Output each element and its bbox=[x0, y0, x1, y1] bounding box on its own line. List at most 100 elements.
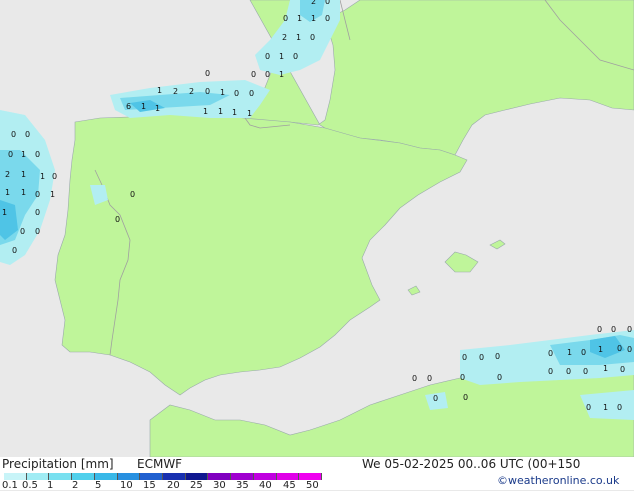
legend-swatch bbox=[163, 473, 186, 480]
precip-value-label: 0 bbox=[479, 353, 484, 362]
precip-value-label: 0 bbox=[25, 130, 30, 139]
precip-value-label: 1 bbox=[296, 33, 301, 42]
precip-value-label: 0 bbox=[249, 89, 254, 98]
footer-datetime: We 05-02-2025 00..06 UTC (00+150 bbox=[362, 457, 581, 471]
legend-tick-label: 25 bbox=[190, 480, 203, 491]
precip-value-label: 0 bbox=[12, 246, 17, 255]
legend-swatch bbox=[94, 473, 118, 480]
precip-value-label: 2 bbox=[311, 0, 316, 6]
legend-swatch bbox=[140, 473, 163, 480]
precip-value-label: 0 bbox=[412, 374, 417, 383]
legend-swatch bbox=[299, 473, 322, 480]
precip-value-label: 0 bbox=[265, 52, 270, 61]
legend-swatch bbox=[253, 473, 277, 480]
footer: Precipitation [mm] ECMWF We 05-02-2025 0… bbox=[0, 457, 634, 491]
precip-value-label: 0 bbox=[205, 69, 210, 78]
precip-value-label: 2 bbox=[189, 87, 194, 96]
legend-tick-label: 30 bbox=[213, 480, 226, 491]
precip-value-label: 0 bbox=[205, 87, 210, 96]
precip-value-label: 2 bbox=[282, 33, 287, 42]
precip-value-label: 1 bbox=[279, 70, 284, 79]
precip-value-label: 0 bbox=[460, 373, 465, 382]
precip-value-label: 0 bbox=[52, 172, 57, 181]
precip-value-label: 1 bbox=[141, 102, 146, 111]
precip-value-label: 0 bbox=[427, 374, 432, 383]
precip-value-label: 1 bbox=[567, 348, 572, 357]
precip-value-label: 1 bbox=[279, 52, 284, 61]
precip-value-label: 1 bbox=[50, 190, 55, 199]
legend-tick-label: 5 bbox=[95, 480, 102, 491]
precip-value-label: 0 bbox=[283, 14, 288, 23]
precip-value-label: 0 bbox=[35, 150, 40, 159]
legend-swatch bbox=[49, 473, 73, 480]
precip-value-label: 0 bbox=[611, 325, 616, 334]
precip-value-label: 6 bbox=[126, 102, 131, 111]
precip-value-label: 2 bbox=[173, 87, 178, 96]
precip-value-label: 0 bbox=[265, 70, 270, 79]
precip-value-label: 0 bbox=[433, 394, 438, 403]
legend-swatch bbox=[26, 473, 50, 480]
footer-model: ECMWF bbox=[137, 457, 183, 471]
precip-value-label: 0 bbox=[548, 367, 553, 376]
precip-value-label: 0 bbox=[581, 348, 586, 357]
precip-value-label: 1 bbox=[157, 86, 162, 95]
precipitation-map: 2 00 1 1 02 1 00 1 00 0 101 2 2 0 1 0 016 1 1 1 1 10 00 1 012 1 01… bbox=[0, 0, 634, 457]
precip-value-label: 0 bbox=[586, 403, 591, 412]
legend-tick-label: 40 bbox=[259, 480, 272, 491]
precipitation-legend-bar bbox=[4, 473, 322, 480]
precip-value-label: 0 bbox=[566, 367, 571, 376]
legend-tick-label: 20 bbox=[167, 480, 180, 491]
precip-value-label: 0 bbox=[463, 393, 468, 402]
precip-value-label: 0 bbox=[462, 353, 467, 362]
legend-swatch bbox=[4, 473, 27, 480]
precip-value-label: 0 bbox=[8, 150, 13, 159]
precip-value-label: 0 bbox=[130, 190, 135, 199]
precip-value-label: 0 bbox=[617, 344, 622, 353]
legend-tick-label: 35 bbox=[236, 480, 249, 491]
precip-value-label: 1 bbox=[598, 345, 603, 354]
precip-value-label: 0 bbox=[597, 325, 602, 334]
precip-value-label: 1 bbox=[21, 188, 26, 197]
precip-value-label: 1 bbox=[311, 14, 316, 23]
precip-value-label: 1 bbox=[5, 188, 10, 197]
legend-tick-label: 0.5 bbox=[22, 480, 38, 491]
precip-value-label: 1 bbox=[603, 364, 608, 373]
legend-tick-label: 0.1 bbox=[2, 480, 18, 491]
precip-value-label: 2 bbox=[5, 170, 10, 179]
precip-value-label: 0 bbox=[35, 208, 40, 217]
precip-value-label: 0 bbox=[620, 365, 625, 374]
precip-value-label: 0 bbox=[35, 190, 40, 199]
precip-value-label: 1 bbox=[603, 403, 608, 412]
precip-value-label: 1 bbox=[232, 108, 237, 117]
precip-value-label: 1 bbox=[247, 109, 252, 118]
precip-value-label: 0 bbox=[325, 0, 330, 6]
precip-value-label: 0 bbox=[627, 325, 632, 334]
legend-tick-label: 1 bbox=[47, 480, 54, 491]
precip-value-label: 0 bbox=[115, 215, 120, 224]
precip-value-label: 1 bbox=[203, 107, 208, 116]
precip-value-label: 1 bbox=[297, 14, 302, 23]
precip-value-label: 0 bbox=[617, 403, 622, 412]
footer-credit: ©weatheronline.co.uk bbox=[497, 474, 620, 487]
legend-tick-label: 15 bbox=[143, 480, 156, 491]
precip-value-label: 1 bbox=[40, 172, 45, 181]
precip-value-label: 0 bbox=[325, 14, 330, 23]
precip-value-label: 0 bbox=[583, 367, 588, 376]
precip-value-label: 1 bbox=[218, 107, 223, 116]
precip-value-label: 1 bbox=[21, 150, 26, 159]
legend-swatch bbox=[208, 473, 232, 480]
precip-value-label: 0 bbox=[310, 33, 315, 42]
legend-tick-label: 45 bbox=[283, 480, 296, 491]
legend-tick-label: 50 bbox=[306, 480, 319, 491]
precip-value-label: 0 bbox=[497, 373, 502, 382]
precip-value-label: 1 bbox=[220, 88, 225, 97]
precip-value-label: 0 bbox=[35, 227, 40, 236]
legend-swatch bbox=[185, 473, 209, 480]
precip-value-label: 1 bbox=[21, 170, 26, 179]
legend-tick-label: 10 bbox=[120, 480, 133, 491]
precip-value-label: 0 bbox=[293, 52, 298, 61]
precip-value-label: 0 bbox=[548, 349, 553, 358]
precip-value-label: 0 bbox=[627, 345, 632, 354]
legend-swatch bbox=[72, 473, 95, 480]
precip-value-label: 0 bbox=[234, 89, 239, 98]
